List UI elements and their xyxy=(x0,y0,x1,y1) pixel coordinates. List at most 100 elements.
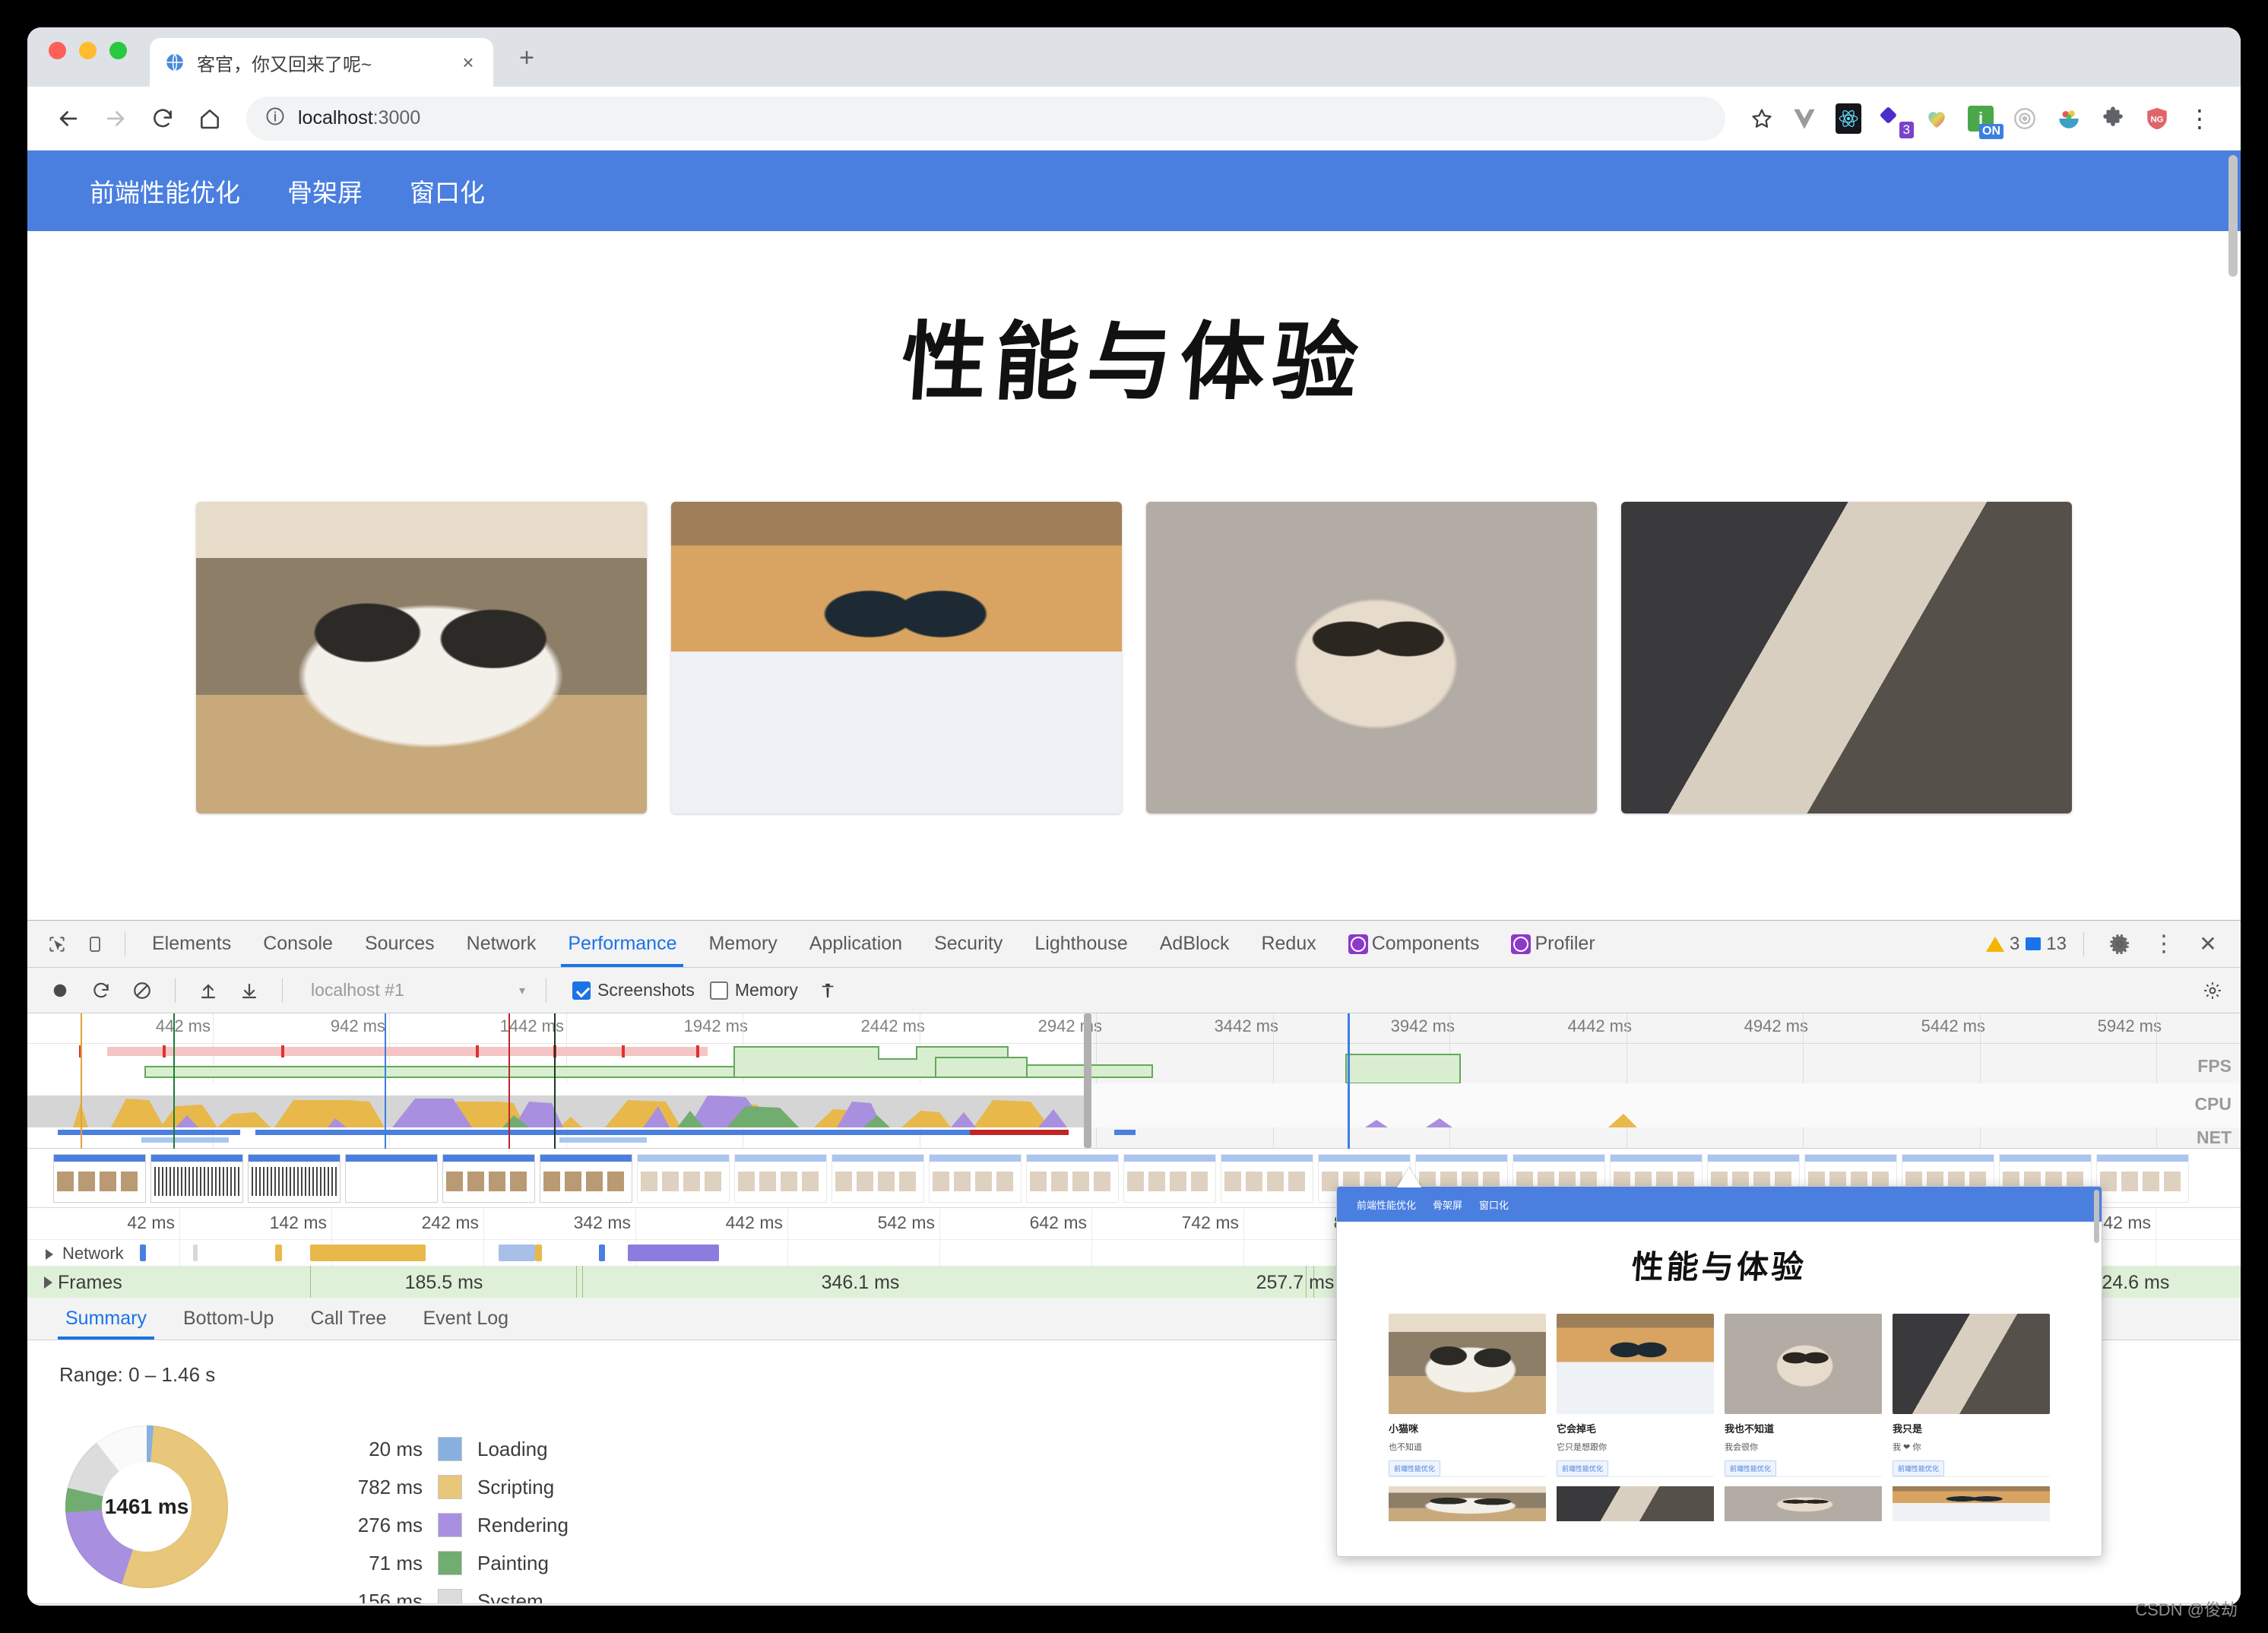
timeline-overview[interactable]: 442 ms 942 ms 1442 ms 1942 ms 2442 ms 29… xyxy=(27,1013,2241,1149)
popup-card-2: 我也不知道 我会很你 前端性能优化 xyxy=(1725,1314,1882,1477)
tab-strip: 客官，你又回来了呢~ × + xyxy=(27,27,2241,87)
globe-icon xyxy=(163,51,186,74)
devtools-tab-console[interactable]: Console xyxy=(247,921,349,967)
devtools-tabbar: Elements Console Sources Network Perform… xyxy=(27,921,2241,968)
browser-tab[interactable]: 客官，你又回来了呢~ × xyxy=(150,38,493,87)
devtools-tab-elements[interactable]: Elements xyxy=(136,921,247,967)
net-request[interactable] xyxy=(628,1245,719,1261)
lane-label-fps: FPS xyxy=(2197,1056,2232,1076)
net-request[interactable] xyxy=(599,1245,605,1261)
devtools-tab-application[interactable]: Application xyxy=(793,921,918,967)
redux-devtools-icon[interactable]: 3 xyxy=(1876,102,1914,138)
devtools-tab-network[interactable]: Network xyxy=(451,921,553,967)
site-nav-link-2[interactable]: 窗口化 xyxy=(410,173,485,209)
close-icon[interactable]: × xyxy=(457,51,480,74)
overview-tick-4: 2442 ms xyxy=(860,1016,925,1035)
messages-badge[interactable]: 13 xyxy=(2026,934,2067,955)
popup-card-button-0: 前端性能优化 xyxy=(1389,1460,1441,1476)
popup-card-desc-1: 它只是想跟你 xyxy=(1557,1443,1607,1452)
site-nav-link-1[interactable]: 骨架屏 xyxy=(287,173,363,209)
puzzle-extensions-icon[interactable] xyxy=(2096,102,2130,135)
details-tab-summary[interactable]: Summary xyxy=(50,1298,162,1340)
react-logo-icon xyxy=(1348,934,1368,954)
forward-icon[interactable] xyxy=(94,97,137,140)
devtools-tab-redux[interactable]: Redux xyxy=(1245,921,1332,967)
gear-icon[interactable] xyxy=(2101,927,2139,961)
devtools-tab-performance[interactable]: Performance xyxy=(552,921,692,967)
save-profile-button[interactable] xyxy=(230,974,268,1007)
csdn-watermark: CSDN @俊劫 xyxy=(2135,1600,2238,1619)
close-window-button[interactable] xyxy=(49,41,66,59)
popup-cat-photo-8 xyxy=(1893,1486,2050,1521)
target-extension-icon[interactable] xyxy=(2008,102,2042,135)
inspect-element-icon[interactable] xyxy=(38,927,76,961)
network-row-label: Network xyxy=(62,1244,124,1263)
devtools-tab-lighthouse[interactable]: Lighthouse xyxy=(1018,921,1143,967)
bowl-extension-icon[interactable] xyxy=(2052,102,2086,135)
maximize-window-button[interactable] xyxy=(109,41,127,59)
collect-garbage-icon[interactable] xyxy=(809,974,847,1007)
bookmark-star-icon[interactable] xyxy=(1741,97,1783,140)
close-devtools-icon[interactable]: ✕ xyxy=(2189,927,2227,961)
screenshots-checkbox[interactable]: Screenshots xyxy=(572,980,695,1000)
net-request[interactable] xyxy=(535,1245,542,1261)
vue-devtools-icon[interactable] xyxy=(1788,102,1821,135)
legend-swatch-loading xyxy=(438,1437,462,1461)
back-icon[interactable] xyxy=(47,97,90,140)
page-scrollbar[interactable] xyxy=(2228,155,2238,277)
site-info-icon[interactable] xyxy=(264,106,286,131)
chrome-menu-icon[interactable]: ⋮ xyxy=(2178,97,2221,140)
lane-label-cpu: CPU xyxy=(2194,1094,2232,1114)
site-nav-link-0[interactable]: 前端性能优化 xyxy=(90,173,240,209)
divider xyxy=(2083,931,2084,956)
new-tab-button[interactable]: + xyxy=(510,41,543,75)
warnings-badge[interactable]: 3 xyxy=(1985,933,2020,955)
legend-row-painting: 71 ms Painting xyxy=(316,1544,569,1582)
warnings-count: 3 xyxy=(2009,933,2020,954)
memory-label: Memory xyxy=(734,980,798,1000)
clear-button[interactable] xyxy=(123,974,161,1007)
overview-tick-3: 1942 ms xyxy=(683,1016,748,1035)
net-request[interactable] xyxy=(499,1245,535,1261)
toggle-device-toolbar-icon[interactable] xyxy=(76,927,114,961)
details-tab-event-log[interactable]: Event Log xyxy=(408,1298,524,1340)
page-viewport: 前端性能优化 骨架屏 窗口化 性能与体验 xyxy=(27,151,2241,920)
details-tab-call-tree[interactable]: Call Tree xyxy=(295,1298,401,1340)
address-bar[interactable]: localhost:3000 xyxy=(246,96,1725,141)
memory-checkbox[interactable]: Memory xyxy=(709,980,798,1000)
devtools-tab-security[interactable]: Security xyxy=(918,921,1018,967)
net-request[interactable] xyxy=(310,1245,426,1261)
devtools-tab-components[interactable]: Components xyxy=(1332,921,1496,967)
devtools-tab-memory[interactable]: Memory xyxy=(692,921,793,967)
on-toggle-extension-icon[interactable]: i ON xyxy=(1964,102,2004,139)
filmstrip-frame xyxy=(929,1153,1022,1203)
popup-nav-link-0: 前端性能优化 xyxy=(1357,1199,1417,1211)
heart-extension-icon[interactable] xyxy=(1920,102,1953,135)
devtools-more-icon[interactable]: ⋮ xyxy=(2145,927,2183,961)
perf-settings-gear-icon[interactable] xyxy=(2194,974,2232,1007)
minimize-window-button[interactable] xyxy=(79,41,97,59)
shield-extension-icon[interactable]: NG xyxy=(2140,102,2174,135)
donut-legend: 20 ms Loading 782 ms Scripting 276 ms Re… xyxy=(316,1430,569,1606)
flame-tick-7: 742 ms xyxy=(1181,1213,1239,1232)
net-request[interactable] xyxy=(140,1245,146,1261)
reload-and-record-button[interactable] xyxy=(82,974,120,1007)
filmstrip-frame xyxy=(1123,1153,1216,1203)
record-button[interactable] xyxy=(41,974,79,1007)
react-devtools-icon[interactable] xyxy=(1832,102,1865,135)
expand-frames-icon[interactable] xyxy=(44,1276,52,1289)
net-request[interactable] xyxy=(193,1245,198,1261)
devtools-tab-profiler[interactable]: Profiler xyxy=(1495,921,1611,967)
flame-tick-6: 642 ms xyxy=(1029,1213,1087,1232)
reload-icon[interactable] xyxy=(141,97,184,140)
net-request[interactable] xyxy=(275,1245,282,1261)
cat-photo-2 xyxy=(671,502,1122,813)
target-select[interactable]: localhost #1 ▾ xyxy=(304,975,532,1006)
home-icon[interactable] xyxy=(188,97,231,140)
details-tab-bottom-up[interactable]: Bottom-Up xyxy=(168,1298,289,1340)
devtools-tab-sources[interactable]: Sources xyxy=(349,921,451,967)
devtools-tab-adblock[interactable]: AdBlock xyxy=(1144,921,1246,967)
popup-card-desc-3: 我 ❤ 你 xyxy=(1893,1443,1921,1452)
overview-range-handle-right[interactable] xyxy=(1084,1013,1091,1148)
load-profile-button[interactable] xyxy=(189,974,227,1007)
